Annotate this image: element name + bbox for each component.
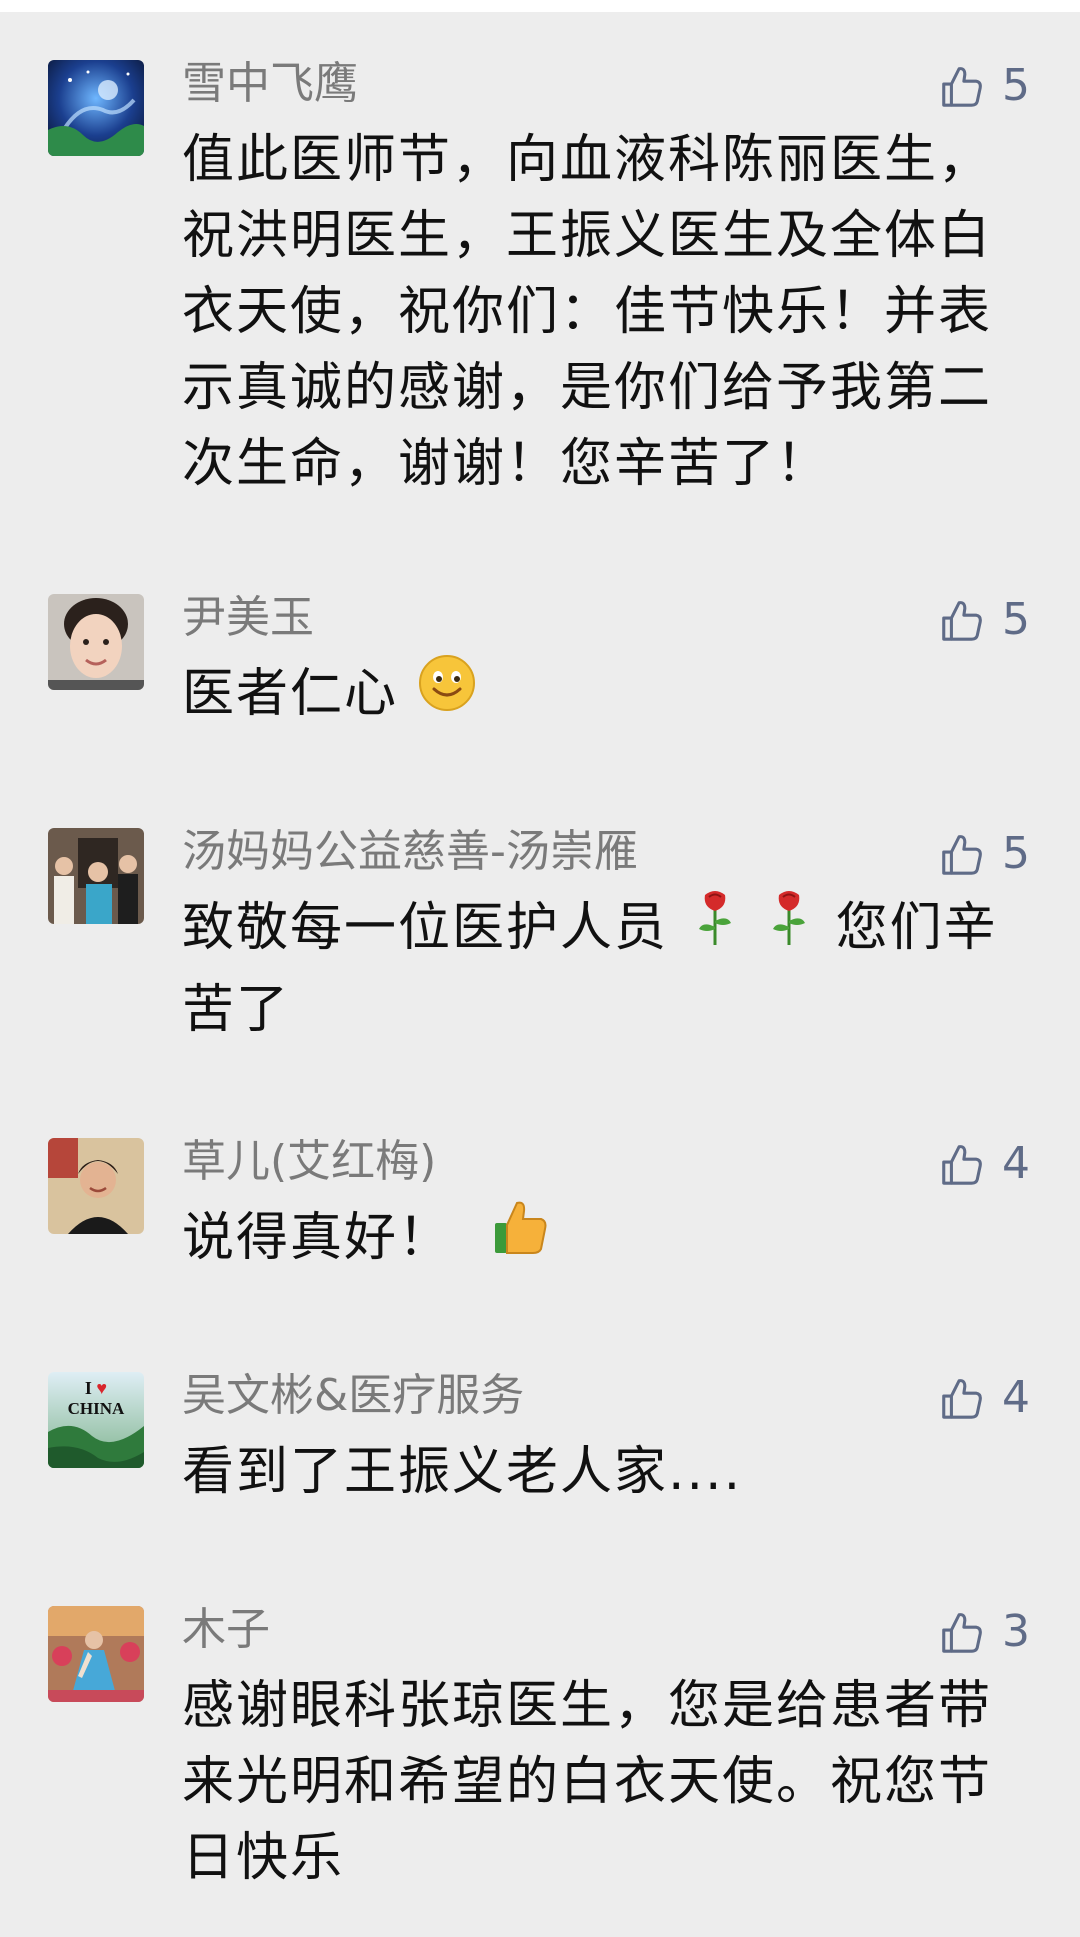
thumbs-up-outline-icon <box>942 1379 982 1419</box>
avatar[interactable] <box>48 1138 144 1234</box>
comment-text: 说得真好！ <box>182 1200 1042 1282</box>
like-button[interactable]: 4 <box>938 1136 1030 1192</box>
like-button[interactable]: 5 <box>938 58 1030 114</box>
like-button[interactable]: 3 <box>938 1604 1030 1660</box>
like-count: 5 <box>1002 594 1030 645</box>
like-button[interactable]: 4 <box>938 1370 1030 1426</box>
comment-author[interactable]: 尹美玉 <box>182 590 314 646</box>
thumbs-up-outline-icon <box>942 601 982 641</box>
like-count: 4 <box>1002 1138 1030 1189</box>
group-photo-avatar <box>48 828 144 924</box>
comment-text: 感谢眼科张琼医生，您是给患者带来光明和希望的白衣天使。祝您节日快乐 <box>182 1676 993 1888</box>
comment-text: 看到了王振义老人家.... <box>182 1442 743 1502</box>
night-sky-fantasy-avatar <box>48 60 144 156</box>
avatar[interactable] <box>48 828 144 924</box>
like-button[interactable]: 5 <box>938 826 1030 882</box>
avatar[interactable] <box>48 594 144 690</box>
comment-text: 致敬每一位医护人员 您们辛苦了 <box>182 890 1042 1048</box>
like-count: 4 <box>1002 1372 1030 1423</box>
like-count: 5 <box>1002 60 1030 111</box>
avatar[interactable]: I ♥ CHINA <box>48 1372 144 1468</box>
thumbs-up-outline-icon <box>942 1145 982 1185</box>
avatar[interactable] <box>48 1606 144 1702</box>
comment-author[interactable]: 木子 <box>182 1602 270 1658</box>
woman-smiling-avatar <box>48 1138 144 1234</box>
comment-author[interactable]: 吴文彬&医疗服务 <box>182 1368 524 1424</box>
dancer-photo-avatar <box>48 1606 144 1702</box>
thumbs-up-outline-icon <box>942 835 982 875</box>
like-count: 3 <box>1002 1606 1030 1657</box>
thumbs-up-outline-icon <box>942 67 982 107</box>
rose-emoji <box>761 887 817 968</box>
comment-text: 医者仁心 <box>182 653 1042 738</box>
comment-author[interactable]: 汤妈妈公益慈善-汤崇雁 <box>182 824 638 880</box>
like-button[interactable]: 5 <box>938 592 1030 648</box>
comment-author[interactable]: 草儿(艾红梅) <box>182 1134 436 1190</box>
svg-text:I ♥: I ♥ <box>85 1378 107 1398</box>
svg-text:CHINA: CHINA <box>68 1399 125 1418</box>
rose-emoji <box>687 887 743 968</box>
like-count: 5 <box>1002 828 1030 879</box>
thumbs-up-emoji <box>491 1197 551 1278</box>
thumbs-up-outline-icon <box>942 1613 982 1653</box>
woman-portrait-avatar <box>48 594 144 690</box>
avatar[interactable] <box>48 60 144 156</box>
comment-author[interactable]: 雪中飞鹰 <box>182 56 358 112</box>
smiling-face-emoji <box>417 653 477 734</box>
comment-text-before: 致敬每一位医护人员 <box>182 898 669 958</box>
comment-text-content: 医者仁心 <box>182 664 399 724</box>
comment-text-content: 说得真好！ <box>182 1208 453 1268</box>
top-strip <box>0 0 1080 12</box>
i-love-china-avatar: I ♥ CHINA <box>48 1372 144 1468</box>
comment-text: 值此医师节，向血液科陈丽医生，祝洪明医生，王振义医生及全体白衣天使，祝你们：佳节… <box>182 130 993 494</box>
